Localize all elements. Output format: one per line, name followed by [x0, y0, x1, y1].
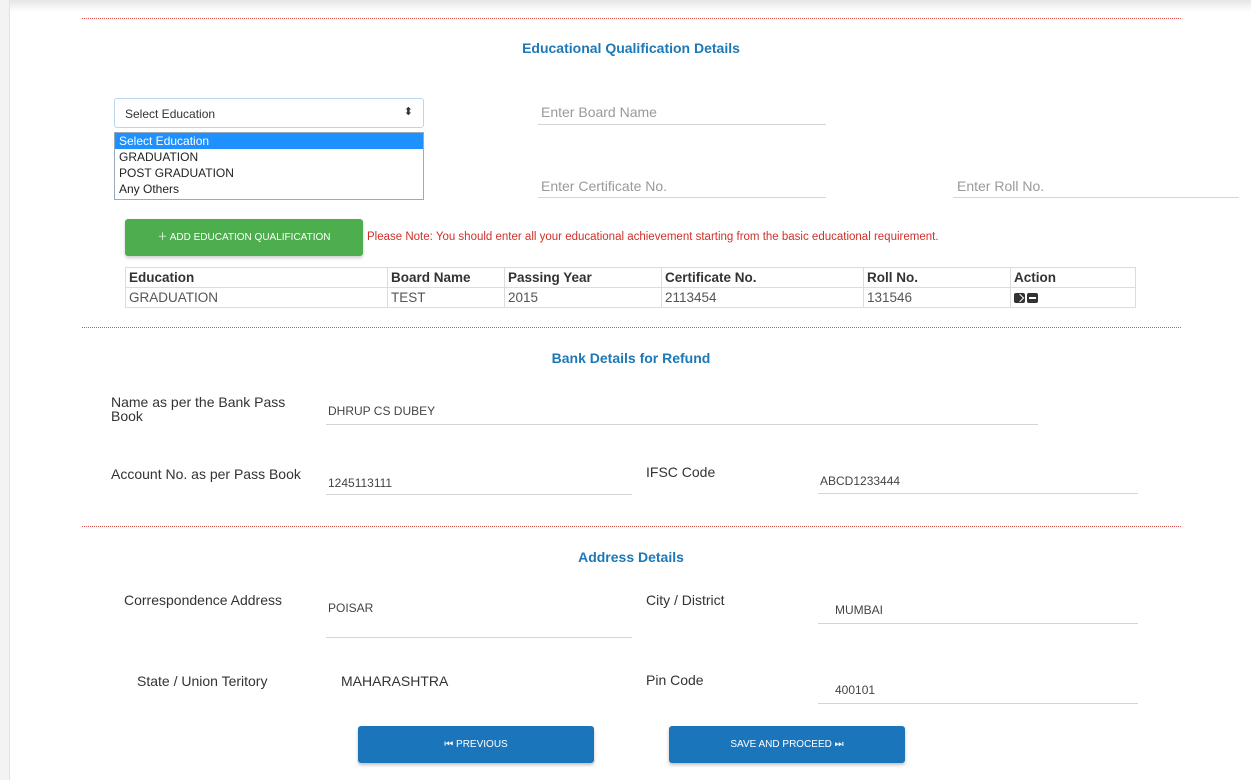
- section-divider: [82, 526, 1181, 527]
- state-label: State / Union Teritory: [137, 673, 268, 689]
- dropdown-option[interactable]: POST GRADUATION: [115, 165, 423, 181]
- education-select[interactable]: Select Education ⬍: [114, 98, 424, 128]
- left-edge: [0, 0, 10, 780]
- board-name-input[interactable]: Enter Board Name: [541, 104, 657, 120]
- section-divider: [82, 18, 1181, 19]
- ifsc-field[interactable]: ABCD1233444: [820, 474, 900, 488]
- column-header: Action: [1010, 267, 1136, 288]
- city-underline: [818, 623, 1138, 624]
- ifsc-underline: [818, 493, 1138, 494]
- column-header: Certificate No.: [661, 267, 864, 288]
- state-select[interactable]: MAHARASHTRA: [341, 673, 448, 689]
- column-header: Education: [125, 267, 388, 288]
- select-arrows-icon: ⬍: [403, 106, 413, 118]
- bank-name-label: Name as per the Bank Pass Book: [111, 394, 286, 424]
- city-label: City / District: [646, 592, 725, 608]
- account-no-field[interactable]: 1245113111: [328, 476, 392, 490]
- dropdown-option[interactable]: Select Education: [115, 133, 423, 149]
- correspondence-underline: [326, 637, 632, 638]
- correspondence-field[interactable]: POISAR: [328, 601, 373, 615]
- cell-year: 2015: [504, 287, 662, 308]
- bank-section-title: Bank Details for Refund: [551, 350, 711, 366]
- city-field[interactable]: MUMBAI: [835, 603, 883, 617]
- pin-label: Pin Code: [646, 672, 704, 688]
- remove-icon[interactable]: [1027, 293, 1038, 304]
- certificate-no-input[interactable]: Enter Certificate No.: [541, 178, 667, 194]
- correspondence-label: Correspondence Address: [124, 592, 282, 608]
- top-shadow: [0, 0, 1251, 12]
- cell-roll: 131546: [863, 287, 1011, 308]
- dropdown-option[interactable]: Any Others: [115, 181, 423, 197]
- cell-action: [1010, 287, 1136, 308]
- table-row: GRADUATION TEST 2015 2113454 131546: [125, 287, 1136, 308]
- column-header: Passing Year: [504, 267, 662, 288]
- pin-field[interactable]: 400101: [835, 683, 875, 697]
- previous-button[interactable]: ⏮ PREVIOUS: [358, 726, 594, 763]
- account-underline: [326, 494, 632, 495]
- roll-no-input[interactable]: Enter Roll No.: [957, 178, 1044, 194]
- save-proceed-button[interactable]: SAVE AND PROCEED ⏭: [669, 726, 905, 763]
- add-education-button[interactable]: ＋ ADD EDUCATION QUALIFICATION: [125, 219, 363, 256]
- column-header: Board Name: [387, 267, 505, 288]
- bank-name-field[interactable]: DHRUP CS DUBEY: [328, 404, 435, 418]
- section-divider: [82, 327, 1181, 328]
- education-table: Education Board Name Passing Year Certif…: [125, 267, 1136, 308]
- education-section-title: Educational Qualification Details: [522, 40, 740, 56]
- dropdown-option[interactable]: GRADUATION: [115, 149, 423, 165]
- education-select-value: Select Education: [125, 107, 216, 121]
- board-name-underline: [538, 124, 826, 125]
- ifsc-label: IFSC Code: [646, 464, 716, 480]
- cell-education: GRADUATION: [125, 287, 388, 308]
- education-dropdown-list[interactable]: Select Education GRADUATION POST GRADUAT…: [114, 132, 424, 200]
- edit-icon[interactable]: [1014, 293, 1025, 304]
- column-header: Roll No.: [863, 267, 1011, 288]
- pin-underline: [818, 703, 1138, 704]
- cell-certificate: 2113454: [661, 287, 864, 308]
- cell-board: TEST: [387, 287, 505, 308]
- education-note: Please Note: You should enter all your e…: [367, 231, 939, 243]
- address-section-title: Address Details: [578, 549, 684, 565]
- bank-name-underline: [326, 424, 1038, 425]
- certificate-underline: [538, 197, 826, 198]
- account-no-label: Account No. as per Pass Book: [111, 466, 301, 482]
- roll-underline: [953, 197, 1239, 198]
